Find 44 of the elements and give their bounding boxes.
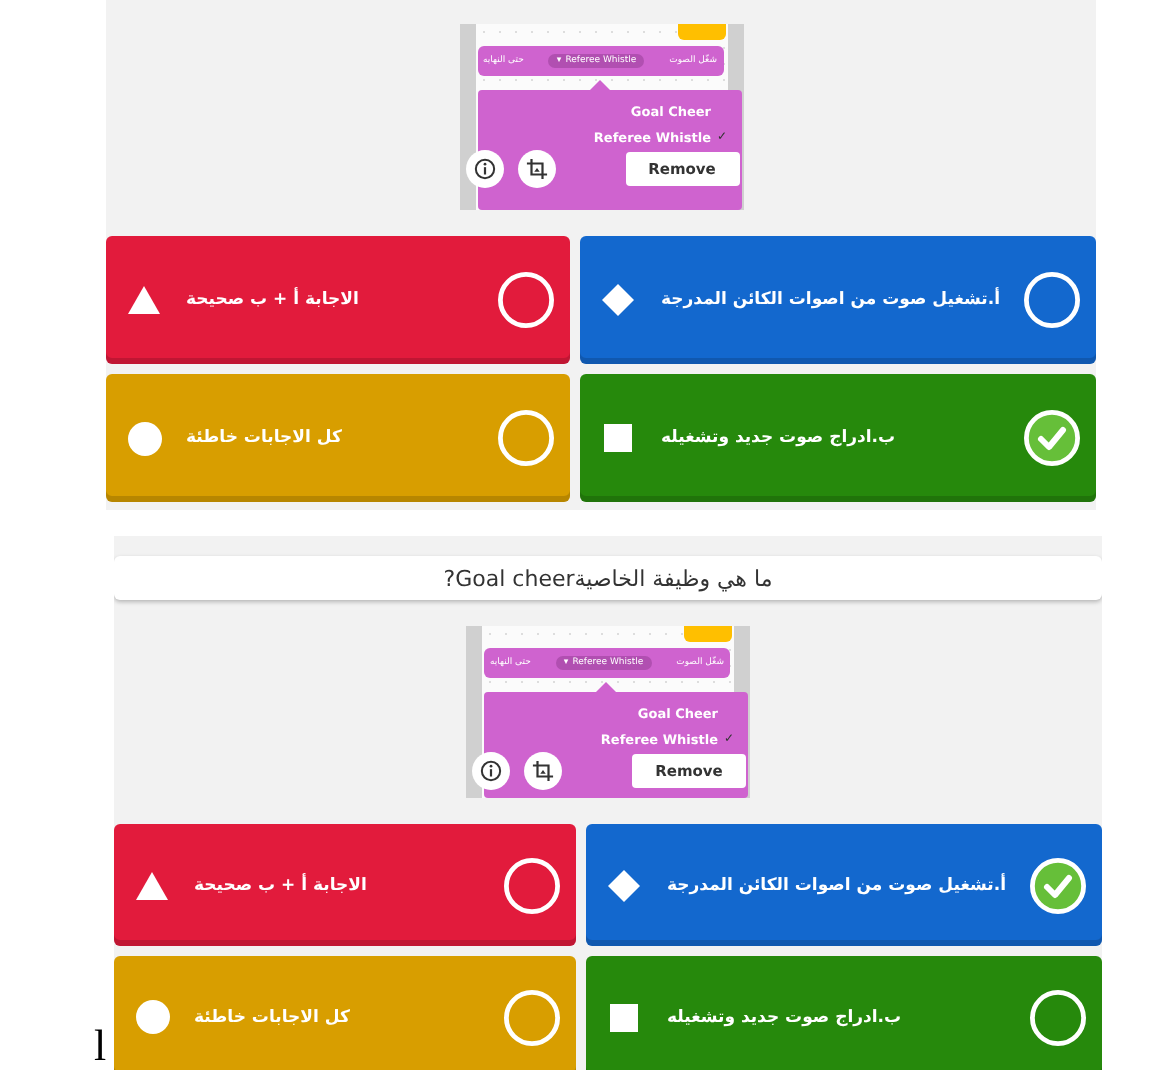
answer-card[interactable]: ب.ادراج صوت جديد وتشغيله: [580, 374, 1096, 502]
empty-radio[interactable]: [1024, 272, 1080, 328]
empty-radio[interactable]: [1030, 989, 1086, 1045]
empty-radio[interactable]: [498, 410, 555, 466]
answer-card[interactable]: كل الاجابات خاطئة: [106, 374, 571, 502]
code-block: [677, 24, 725, 40]
diamond-icon: [606, 867, 643, 903]
info-button[interactable]: [472, 752, 510, 790]
answer-card[interactable]: أ.تشغيل صوت من اصوات الكائن المدرجة: [586, 824, 1102, 946]
answer-text: ب.ادراج صوت جديد وتشغيله: [660, 428, 898, 448]
circle-icon: [127, 421, 161, 455]
answer-card[interactable]: كل الاجابات خاطئة: [114, 956, 577, 1070]
info-icon: [473, 158, 495, 180]
answer-card[interactable]: ب.ادراج صوت جديد وتشغيله: [586, 956, 1102, 1070]
answer-text: كل الاجابات خاطئة: [186, 428, 344, 448]
crop-button[interactable]: [524, 752, 562, 790]
answer-card[interactable]: أ.تشغيل صوت من اصوات الكائن المدرجة: [580, 236, 1096, 364]
checked-radio[interactable]: [1030, 857, 1086, 913]
empty-radio[interactable]: [504, 989, 561, 1045]
answer-text: أ.تشغيل صوت من اصوات الكائن المدرجة: [666, 875, 1006, 895]
empty-radio[interactable]: [504, 857, 561, 913]
square-icon: [610, 1003, 639, 1031]
diamond-icon: [600, 282, 637, 318]
triangle-icon: [126, 284, 162, 316]
triangle-icon: [134, 869, 170, 901]
info-icon: [480, 760, 502, 782]
answer-text: ب.ادراج صوت جديد وتشغيله: [666, 1007, 904, 1027]
answer-text: كل الاجابات خاطئة: [194, 1007, 352, 1027]
answer-card[interactable]: الاجابة أ + ب صحيحة: [114, 824, 577, 946]
text-cursor: l: [94, 1024, 107, 1068]
empty-radio[interactable]: [498, 272, 555, 328]
checked-radio[interactable]: [1024, 410, 1080, 466]
info-button[interactable]: [465, 150, 503, 188]
answer-text: أ.تشغيل صوت من اصوات الكائن المدرجة: [660, 290, 1000, 310]
square-icon: [604, 424, 633, 452]
crop-icon: [532, 760, 554, 782]
crop-button[interactable]: [517, 150, 555, 188]
answer-card[interactable]: الاجابة أ + ب صحيحة: [106, 236, 571, 364]
question-bar: ما هي وظيفة الخاصيةGoal cheer?: [114, 556, 1102, 600]
code-block: [684, 626, 732, 642]
crop-icon: [525, 158, 547, 180]
answer-text: الاجابة أ + ب صحيحة: [186, 290, 361, 310]
circle-icon: [135, 1000, 169, 1034]
answer-text: الاجابة أ + ب صحيحة: [194, 875, 369, 895]
